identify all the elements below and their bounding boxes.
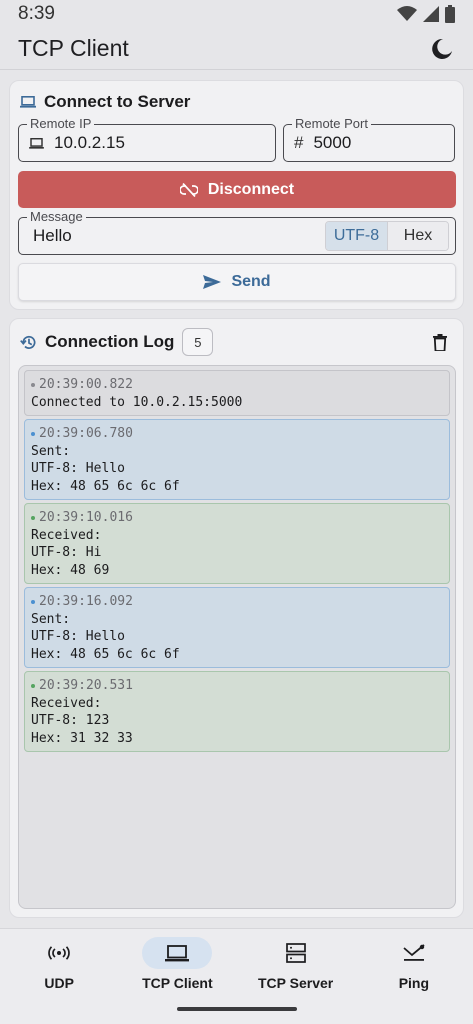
message-field[interactable]: Message Hello UTF-8 Hex: [18, 209, 456, 255]
history-icon: [20, 335, 36, 349]
log-timestamp: 20:39:10.016: [39, 510, 133, 525]
link-off-icon: [179, 182, 198, 197]
server-icon: [261, 937, 331, 969]
log-card: Connection Log 5 20:39:00.822 Connected …: [9, 318, 464, 918]
log-line: UTF-8: Hello: [31, 629, 125, 644]
encoding-toggle: UTF-8 Hex: [325, 221, 449, 251]
log-timestamp: 20:39:16.092: [39, 594, 133, 609]
log-line: UTF-8: Hello: [31, 461, 125, 476]
nav-label-ping: Ping: [398, 975, 430, 991]
connect-card: Connect to Server Remote IP 10.0.2.15 Re…: [9, 80, 464, 310]
log-card-title: Connection Log: [45, 332, 175, 351]
send-label: Send: [231, 273, 271, 290]
app-bar: TCP Client: [0, 28, 473, 70]
log-entry: 20:39:06.780 Sent: UTF-8: Hello Hex: 48 …: [24, 419, 450, 500]
log-entry: 20:39:10.016 Received: UTF-8: Hi Hex: 48…: [24, 503, 450, 584]
remote-ip-value: 10.0.2.15: [54, 133, 125, 152]
log-count-badge: 5: [182, 328, 214, 356]
status-icons: [397, 5, 455, 23]
log-line: Hex: 31 32 33: [31, 730, 133, 746]
log-list[interactable]: 20:39:00.822 Connected to 10.0.2.15:5000…: [18, 365, 456, 909]
disconnect-label: Disconnect: [207, 180, 295, 198]
nav-label-tcp-server: TCP Server: [258, 975, 334, 991]
message-label: Message: [27, 209, 86, 224]
wifi-icon: [397, 6, 417, 21]
connect-card-title: Connect to Server: [44, 92, 191, 111]
log-entry: 20:39:20.531 Received: UTF-8: 123 Hex: 3…: [24, 671, 450, 752]
log-line: UTF-8: Hi: [31, 545, 102, 560]
laptop-icon: [142, 937, 213, 969]
nav-label-tcp-client: TCP Client: [142, 975, 213, 991]
log-line: Sent:: [31, 443, 71, 459]
laptop-icon: [20, 96, 36, 108]
nav-label-udp: UDP: [44, 975, 74, 991]
ping-icon: [379, 937, 449, 969]
trash-icon[interactable]: [427, 329, 453, 355]
encoding-hex-option[interactable]: Hex: [387, 222, 448, 250]
log-line: Connected to 10.0.2.15:5000: [31, 394, 243, 410]
log-line: Hex: 48 69: [31, 562, 110, 578]
status-dot: [31, 382, 35, 387]
nav-item-udp[interactable]: UDP: [0, 929, 118, 1024]
laptop-icon: [29, 137, 44, 149]
status-time: 8:39: [18, 3, 55, 24]
log-line: Sent:: [31, 611, 71, 627]
broadcast-icon: [24, 937, 94, 969]
log-line: Received:: [31, 527, 102, 543]
status-dot: [31, 599, 35, 604]
remote-port-label: Remote Port: [292, 116, 371, 131]
message-value: Hello: [33, 226, 72, 245]
log-timestamp: 20:39:06.780: [39, 426, 133, 441]
signal-icon: [423, 6, 439, 22]
log-timestamp: 20:39:20.531: [39, 678, 133, 693]
home-indicator[interactable]: [177, 1007, 297, 1011]
log-timestamp: 20:39:00.822: [39, 377, 133, 392]
log-entry: 20:39:00.822 Connected to 10.0.2.15:5000: [24, 370, 450, 416]
moon-icon[interactable]: [429, 36, 455, 62]
status-dot: [31, 515, 35, 520]
battery-icon: [445, 5, 455, 23]
remote-ip-field[interactable]: Remote IP 10.0.2.15: [18, 116, 276, 162]
status-dot: [31, 431, 35, 436]
nav-item-ping[interactable]: Ping: [355, 929, 473, 1024]
status-dot: [31, 683, 35, 688]
encoding-utf8-option[interactable]: UTF-8: [326, 222, 387, 250]
remote-port-value: 5000: [313, 133, 352, 152]
remote-port-field[interactable]: Remote Port # 5000: [283, 116, 455, 162]
send-button[interactable]: Send: [18, 263, 456, 301]
log-line: Received:: [31, 695, 102, 711]
log-line: UTF-8: 123: [31, 713, 110, 728]
send-icon: [203, 275, 222, 289]
log-line: Hex: 48 65 6c 6c 6f: [31, 478, 180, 494]
hash-icon: #: [294, 133, 304, 152]
log-entry: 20:39:16.092 Sent: UTF-8: Hello Hex: 48 …: [24, 587, 450, 668]
page-title: TCP Client: [18, 35, 129, 61]
status-bar: 8:39: [0, 0, 473, 28]
log-line: Hex: 48 65 6c 6c 6f: [31, 646, 180, 662]
disconnect-button[interactable]: Disconnect: [18, 171, 456, 208]
remote-ip-label: Remote IP: [27, 116, 95, 131]
log-card-header: Connection Log 5: [10, 319, 463, 365]
